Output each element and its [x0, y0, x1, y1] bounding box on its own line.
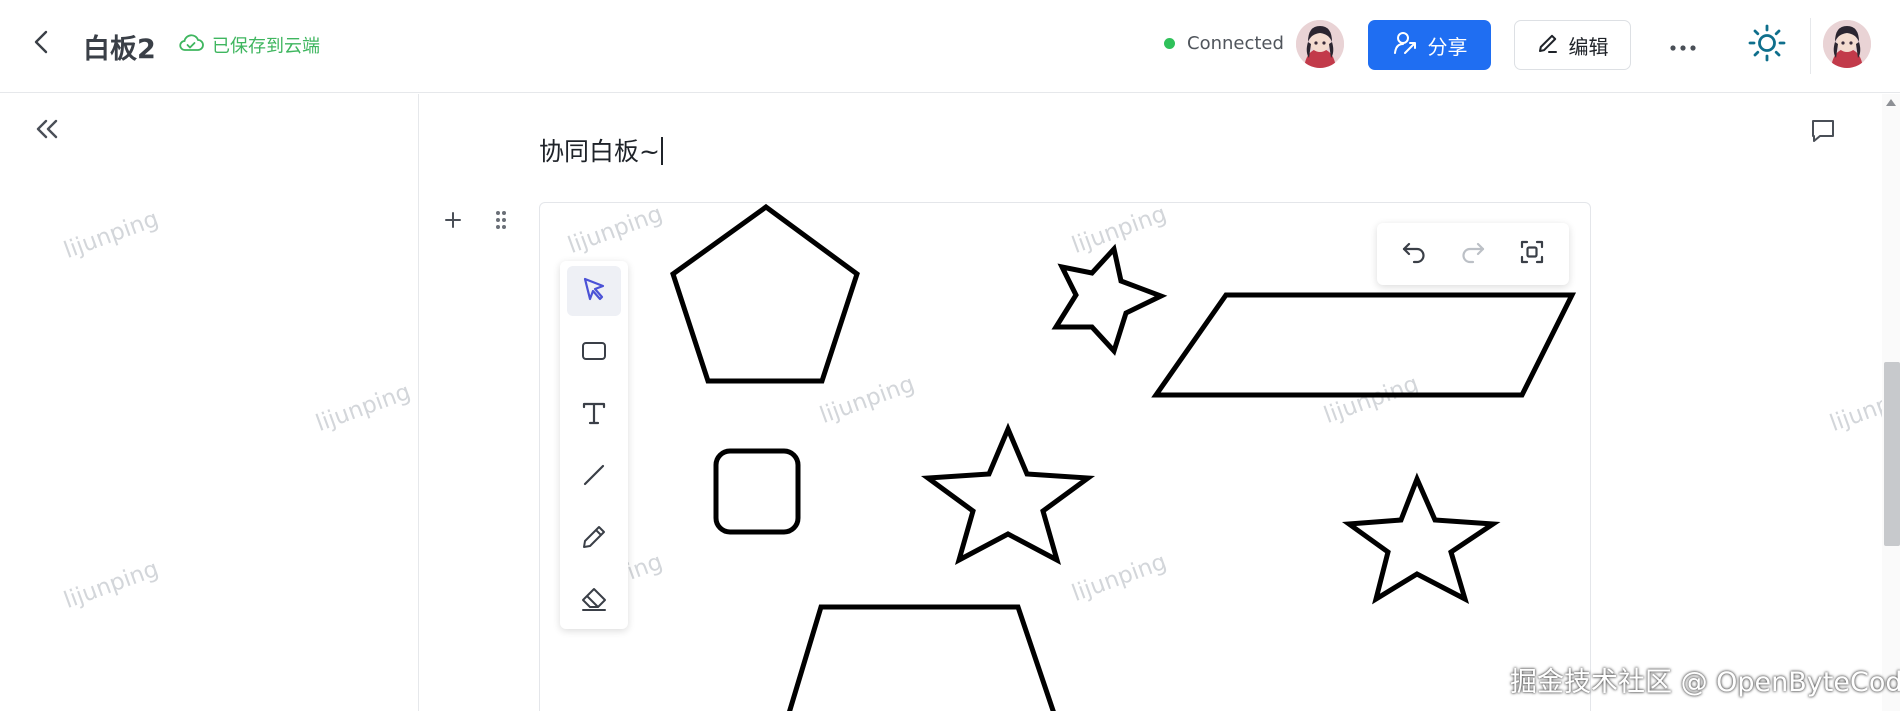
document-area: 协同白板~ lijunping lijunping lijunping liju… — [420, 94, 1882, 711]
connection-status: Connected — [1164, 33, 1284, 54]
add-block-button[interactable] — [440, 209, 466, 235]
chevron-left-icon — [34, 30, 48, 58]
document-title: 白板2 — [83, 34, 156, 65]
rectangle-icon — [580, 339, 608, 367]
pentagon-shape — [670, 203, 860, 384]
rectangle-tool[interactable] — [567, 328, 621, 378]
text-icon — [581, 399, 607, 431]
text-tool[interactable] — [567, 390, 621, 440]
share-label: 分享 — [1427, 34, 1468, 59]
save-status-label: 已保存到云端 — [212, 36, 320, 57]
document-heading[interactable]: 协同白板~ — [539, 132, 663, 168]
plus-icon — [444, 211, 462, 233]
double-chevron-left-icon — [34, 118, 60, 144]
trapezoid-shape — [787, 604, 1056, 711]
share-button[interactable]: 分享 — [1368, 20, 1491, 70]
select-tool[interactable] — [567, 266, 621, 316]
line-tool[interactable] — [567, 452, 621, 502]
back-button[interactable] — [26, 29, 56, 59]
connection-label: Connected — [1187, 33, 1284, 54]
star-shape — [920, 422, 1096, 565]
fit-view-button[interactable] — [1511, 233, 1553, 275]
scrollbar-thumb[interactable] — [1884, 362, 1900, 546]
history-toolbar — [1377, 223, 1569, 285]
comment-button[interactable] — [1806, 116, 1840, 150]
comment-icon — [1809, 117, 1837, 149]
edit-label: 编辑 — [1568, 34, 1609, 59]
collaborator-avatar[interactable] — [1296, 20, 1344, 68]
drag-handle-icon — [495, 210, 507, 234]
header-divider — [1810, 18, 1811, 74]
redo-button[interactable] — [1452, 233, 1494, 275]
fit-screen-icon — [1518, 238, 1546, 270]
user-avatar[interactable] — [1823, 20, 1871, 68]
whiteboard-canvas[interactable]: lijunping lijunping lijunping lijunping … — [539, 202, 1591, 711]
pencil-icon — [580, 523, 608, 555]
scroll-up-arrow-icon[interactable] — [1886, 99, 1896, 106]
undo-button[interactable] — [1393, 233, 1435, 275]
more-horizontal-icon — [1670, 36, 1696, 55]
site-watermark: 掘金技术社区 @ OpenByteCode — [1510, 667, 1900, 698]
sidebar — [0, 94, 419, 711]
line-icon — [581, 462, 607, 492]
eraser-icon — [579, 585, 609, 617]
share-user-icon — [1392, 30, 1418, 61]
sun-icon — [1748, 24, 1786, 66]
theme-toggle-button[interactable] — [1746, 24, 1788, 66]
pencil-icon — [1537, 32, 1559, 59]
star-shape — [1341, 472, 1501, 605]
pencil-tool[interactable] — [567, 514, 621, 564]
text-cursor — [660, 137, 663, 165]
eraser-tool[interactable] — [567, 576, 621, 626]
parallelogram-shape — [1151, 292, 1577, 398]
app-header: 白板2 已保存到云端 Connected 分享 编辑 — [0, 0, 1900, 93]
more-button[interactable] — [1666, 28, 1700, 62]
drag-handle[interactable] — [488, 209, 514, 235]
edit-button[interactable]: 编辑 — [1514, 20, 1631, 70]
save-status: 已保存到云端 — [178, 32, 320, 58]
rounded-square-shape — [713, 448, 801, 535]
drawing-toolbar — [560, 261, 628, 629]
collapse-sidebar-button[interactable] — [32, 116, 62, 146]
cloud-check-icon — [178, 33, 204, 58]
connection-dot — [1164, 38, 1175, 49]
undo-icon — [1400, 240, 1428, 268]
redo-icon — [1459, 240, 1487, 268]
cursor-arrow-icon — [580, 275, 608, 307]
star-shape — [1051, 243, 1168, 356]
